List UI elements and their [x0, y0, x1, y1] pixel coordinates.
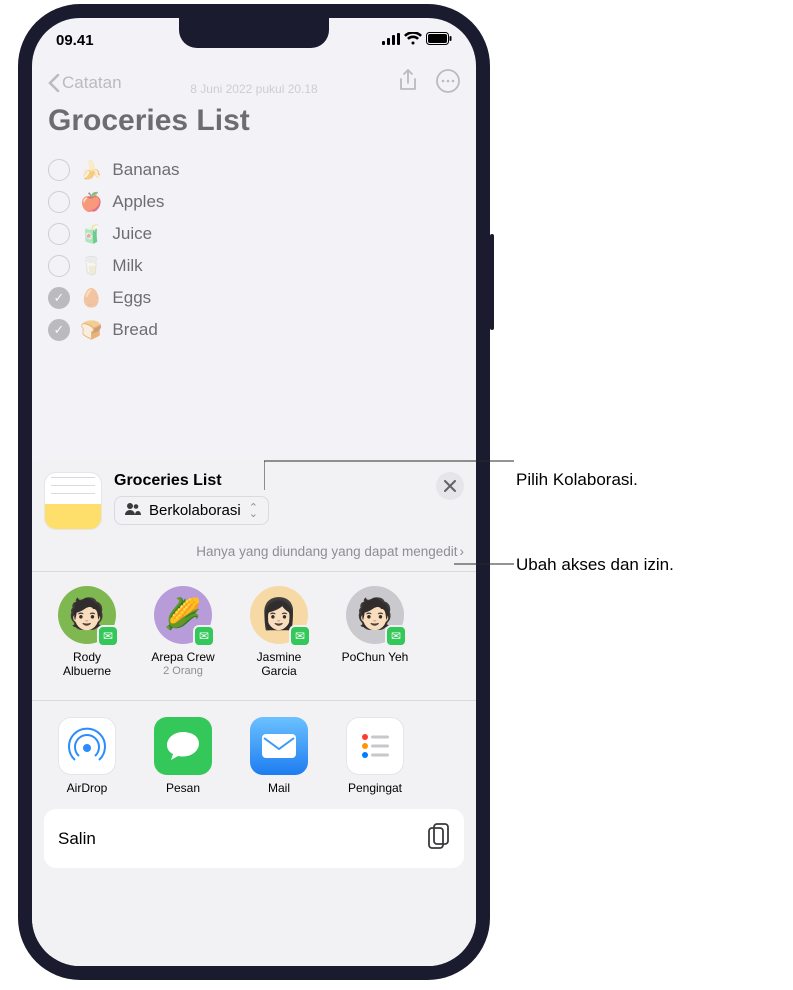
mail-icon [250, 717, 308, 775]
item-emoji: 🥛 [80, 256, 102, 277]
item-emoji: 🧃 [80, 224, 102, 245]
contacts-row: 🧑🏻✉︎ Rody Albuerne 🌽✉︎ Arepa Crew 2 Oran… [44, 572, 464, 688]
contact-item[interactable]: 🌽✉︎ Arepa Crew 2 Orang [144, 586, 222, 678]
messages-badge-icon: ✉︎ [97, 625, 119, 647]
status-icons [382, 32, 452, 49]
app-label: AirDrop [52, 781, 122, 795]
contact-item[interactable]: 🧑🏻✉︎ Rody Albuerne [48, 586, 126, 678]
notes-app-icon [44, 472, 102, 530]
avatar: 🧑🏻✉︎ [58, 586, 116, 644]
avatar: 🌽✉︎ [154, 586, 212, 644]
list-item[interactable]: 🍎 Apples [48, 186, 460, 218]
avatar: 👩🏻✉︎ [250, 586, 308, 644]
collaborate-label: Berkolaborasi [149, 502, 241, 519]
airdrop-icon [58, 717, 116, 775]
copy-icon [428, 823, 450, 854]
item-label: Bread [112, 320, 157, 340]
callout-text: Ubah akses dan izin. [516, 555, 674, 574]
contact-name: PoChun Yeh [336, 650, 414, 664]
messages-badge-icon: ✉︎ [289, 625, 311, 647]
item-label: Milk [112, 256, 142, 276]
item-emoji: 🍎 [80, 192, 102, 213]
callout-line [264, 457, 514, 493]
messages-badge-icon: ✉︎ [385, 625, 407, 647]
item-emoji: 🍌 [80, 160, 102, 181]
app-label: Mail [244, 781, 314, 795]
list-item[interactable]: ✓ 🥚 Eggs [48, 282, 460, 314]
chevron-updown-icon: ⌃⌄ [249, 505, 258, 517]
list-item[interactable]: 🧃 Juice [48, 218, 460, 250]
contact-item[interactable]: 👩🏻✉︎ Jasmine Garcia [240, 586, 318, 678]
callout-collaborate: Pilih Kolaborasi. [516, 470, 638, 490]
checklist: 🍌 Bananas 🍎 Apples 🧃 Juice 🥛 Milk ✓ 🥚 Eggs ✓ 🍞 B… [48, 154, 460, 346]
people-icon [125, 503, 141, 518]
checkbox-icon[interactable] [48, 223, 70, 245]
list-item[interactable]: 🥛 Milk [48, 250, 460, 282]
access-permissions-row[interactable]: Hanya yang diundang yang dapat mengedit … [44, 544, 464, 559]
share-sheet: Groceries List Berkolaborasi ⌃⌄ Hanya ya… [32, 458, 476, 966]
note-date: 8 Juni 2022 pukul 20.18 [48, 82, 460, 96]
checkbox-icon[interactable]: ✓ [48, 319, 70, 341]
back-button[interactable]: Catatan [48, 73, 122, 93]
copy-action[interactable]: Salin [44, 809, 464, 868]
messages-badge-icon: ✉︎ [193, 625, 215, 647]
app-reminders[interactable]: Pengingat [340, 717, 410, 795]
contact-name: Arepa Crew [144, 650, 222, 664]
callout-text: Pilih Kolaborasi. [516, 470, 638, 489]
checkbox-icon[interactable] [48, 159, 70, 181]
reminders-icon [346, 717, 404, 775]
collaborate-selector[interactable]: Berkolaborasi ⌃⌄ [114, 496, 269, 525]
share-icon[interactable] [398, 69, 418, 98]
note-title: Groceries List [48, 104, 460, 138]
list-item[interactable]: 🍌 Bananas [48, 154, 460, 186]
app-mail[interactable]: Mail [244, 717, 314, 795]
callout-line [454, 558, 514, 568]
contact-name: Rody Albuerne [48, 650, 126, 678]
app-label: Pengingat [340, 781, 410, 795]
callout-access: Ubah akses dan izin. [516, 555, 674, 575]
item-emoji: 🍞 [80, 320, 102, 341]
side-button [490, 234, 494, 330]
contact-name: Jasmine Garcia [240, 650, 318, 678]
avatar: 🧑🏻✉︎ [346, 586, 404, 644]
back-label: Catatan [62, 73, 122, 93]
apps-row: AirDrop Pesan Mail [44, 701, 464, 805]
checkbox-icon[interactable] [48, 255, 70, 277]
list-item[interactable]: ✓ 🍞 Bread [48, 314, 460, 346]
access-label: Hanya yang diundang yang dapat mengedit [196, 544, 457, 559]
messages-icon [154, 717, 212, 775]
app-messages[interactable]: Pesan [148, 717, 218, 795]
checkbox-icon[interactable]: ✓ [48, 287, 70, 309]
checkbox-icon[interactable] [48, 191, 70, 213]
more-icon[interactable] [436, 69, 460, 98]
notch [179, 18, 329, 48]
contact-item[interactable]: 🧑🏻✉︎ PoChun Yeh [336, 586, 414, 678]
app-label: Pesan [148, 781, 218, 795]
item-label: Bananas [112, 160, 179, 180]
contact-sub: 2 Orang [144, 664, 222, 678]
status-time: 09.41 [56, 32, 94, 49]
item-emoji: 🥚 [80, 288, 102, 309]
battery-icon [426, 32, 452, 49]
item-label: Juice [112, 224, 152, 244]
app-airdrop[interactable]: AirDrop [52, 717, 122, 795]
item-label: Apples [112, 192, 164, 212]
item-label: Eggs [112, 288, 151, 308]
cellular-icon [382, 32, 400, 49]
wifi-icon [404, 32, 422, 49]
chevron-right-icon: › [460, 544, 465, 559]
copy-label: Salin [58, 829, 96, 849]
